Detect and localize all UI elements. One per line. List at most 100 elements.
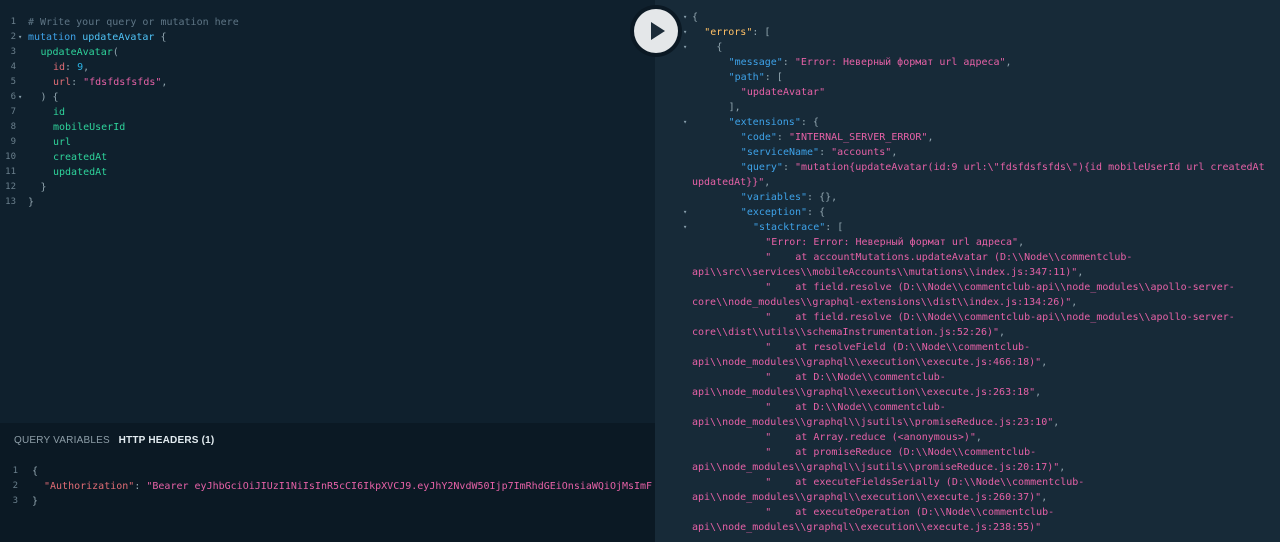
query-editor[interactable]: 1 # Write your query or mutation here 2 ▾ mu…	[0, 0, 655, 423]
code-token: url	[53, 137, 72, 148]
result-text: {	[692, 10, 698, 25]
headers-line[interactable]: 3}	[0, 494, 655, 509]
result-text: "errors": [	[704, 25, 770, 40]
fold-toggle-icon[interactable]: ▾	[683, 40, 687, 55]
code-text: mutation updateAvatar {	[28, 30, 167, 45]
code-token: ,	[1018, 237, 1025, 248]
code-token: "updateAvatar"	[740, 87, 826, 98]
code-text: updatedAt	[53, 165, 107, 180]
result-line: api\\node_modules\\graphql\\execution\\e…	[655, 385, 1280, 400]
editor-line[interactable]: 8 mobileUserId	[0, 120, 655, 135]
result-line: "updateAvatar"	[655, 85, 1280, 100]
code-token: "mutation{updateAvatar(id:9 url:\"fdsfds…	[795, 162, 1265, 173]
code-token: "exception"	[740, 207, 808, 218]
result-line: api\\src\\services\\mobileAccounts\\muta…	[655, 265, 1280, 280]
code-token: "variables"	[740, 192, 808, 203]
headers-line[interactable]: 2 "Authorization": "Bearer eyJhbGciOiJIUz…	[0, 479, 655, 494]
result-line: api\\node_modules\\graphql\\execution\\e…	[655, 520, 1280, 535]
editor-line[interactable]: 6 ▾) {	[0, 90, 655, 105]
result-line: "query": "mutation{updateAvatar(id:9 url…	[655, 160, 1280, 175]
code-token: " at executeFieldsSerially (D:\\Node\\co…	[765, 477, 1085, 488]
result-line: "variables": {},	[655, 190, 1280, 205]
result-text: api\\node_modules\\graphql\\execution\\e…	[692, 520, 1041, 535]
play-icon	[651, 22, 665, 40]
result-text: updatedAt}}",	[692, 175, 770, 190]
editor-line[interactable]: 13}	[0, 195, 655, 210]
result-line: " at D:\\Node\\commentclub-	[655, 370, 1280, 385]
fold-toggle-icon[interactable]: ▾	[683, 10, 687, 25]
code-token: "accounts"	[831, 147, 892, 158]
fold-toggle-icon[interactable]: ▾	[683, 220, 687, 235]
editor-line[interactable]: 9 url	[0, 135, 655, 150]
code-token: "errors"	[704, 27, 753, 38]
result-text: "serviceName": "accounts",	[741, 145, 898, 160]
code-token: " at field.resolve (D:\\Node\\commentclu…	[765, 282, 1235, 293]
line-number: 3	[12, 496, 18, 506]
editor-line[interactable]: 11 updatedAt	[0, 165, 655, 180]
headers-line[interactable]: 1{	[0, 464, 655, 479]
line-number: 8	[10, 122, 16, 132]
code-token: "path"	[728, 72, 765, 83]
code-token: "serviceName"	[740, 147, 820, 158]
result-text: api\\src\\services\\mobileAccounts\\muta…	[692, 265, 1083, 280]
code-token: {	[716, 42, 723, 53]
code-token: ,	[1053, 417, 1060, 428]
result-line: core\\dist\\utils\\schemaInstrumentation…	[655, 325, 1280, 340]
result-text: " at executeFieldsSerially (D:\\Node\\co…	[765, 475, 1084, 490]
code-token: : {},	[807, 192, 838, 203]
code-token: ,	[1041, 492, 1048, 503]
fold-toggle-icon[interactable]: ▾	[18, 30, 22, 45]
fold-toggle-icon[interactable]: ▾	[18, 90, 22, 105]
result-line: api\\node_modules\\graphql\\execution\\e…	[655, 490, 1280, 505]
code-token: : [	[764, 72, 783, 83]
code-token: api\\node_modules\\graphql\\execution\\e…	[692, 387, 1036, 398]
code-token: : [	[825, 222, 844, 233]
line-number: 3	[10, 47, 16, 57]
code-token: :	[134, 481, 147, 492]
result-line: " at promiseReduce (D:\\Node\\commentclu…	[655, 445, 1280, 460]
tab-query-variables[interactable]: QUERY VARIABLES	[14, 435, 110, 446]
code-token: }	[28, 197, 35, 208]
line-number: 7	[10, 107, 16, 117]
result-line: ▾ "stacktrace": [	[655, 220, 1280, 235]
fold-toggle-icon[interactable]: ▾	[683, 205, 687, 220]
editor-line[interactable]: 2 ▾ mutation updateAvatar {	[0, 30, 655, 45]
code-text: }	[32, 494, 38, 509]
code-token: updateAvatar	[82, 32, 155, 43]
code-token: ],	[728, 102, 741, 113]
code-token: ,	[1059, 462, 1066, 473]
code-text: ) {	[41, 90, 59, 105]
code-token: : {	[807, 207, 826, 218]
result-text: api\\node_modules\\graphql\\execution\\e…	[692, 385, 1041, 400]
result-text: "extensions": {	[729, 115, 819, 130]
fold-toggle-icon[interactable]: ▾	[683, 115, 687, 130]
fold-toggle-icon[interactable]: ▾	[683, 25, 687, 40]
result-line: "serviceName": "accounts",	[655, 145, 1280, 160]
code-text: }	[28, 195, 34, 210]
code-token: ,	[1041, 357, 1048, 368]
result-line: ▾{	[655, 40, 1280, 55]
result-text: " at field.resolve (D:\\Node\\commentclu…	[765, 280, 1235, 295]
code-token: : [	[752, 27, 771, 38]
editor-line[interactable]: 4 id: 9,	[0, 60, 655, 75]
code-token: url	[53, 77, 72, 88]
result-text: "message": "Error: Неверный формат url а…	[729, 55, 1012, 70]
editor-line[interactable]: 1 # Write your query or mutation here	[0, 15, 655, 30]
line-number: 1	[10, 17, 16, 27]
code-token: api\\node_modules\\graphql\\execution\\e…	[692, 522, 1042, 533]
run-query-button[interactable]	[634, 9, 678, 53]
result-text: api\\node_modules\\graphql\\jsutils\\pro…	[692, 415, 1059, 430]
editor-line[interactable]: 7 id	[0, 105, 655, 120]
editor-line[interactable]: 5 url: "fdsfdsfsfds",	[0, 75, 655, 90]
code-token: ,	[891, 147, 898, 158]
code-token: :	[819, 147, 832, 158]
code-text: id: 9,	[53, 60, 89, 75]
code-token: ,	[999, 327, 1006, 338]
code-token: "extensions"	[728, 117, 801, 128]
editor-line[interactable]: 12}	[0, 180, 655, 195]
tab-http-headers[interactable]: HTTP HEADERS (1)	[119, 435, 215, 446]
code-token: " at field.resolve (D:\\Node\\commentclu…	[765, 312, 1235, 323]
editor-line[interactable]: 10 createdAt	[0, 150, 655, 165]
code-token: api\\node_modules\\graphql\\execution\\e…	[692, 492, 1042, 503]
editor-line[interactable]: 3 updateAvatar(	[0, 45, 655, 60]
